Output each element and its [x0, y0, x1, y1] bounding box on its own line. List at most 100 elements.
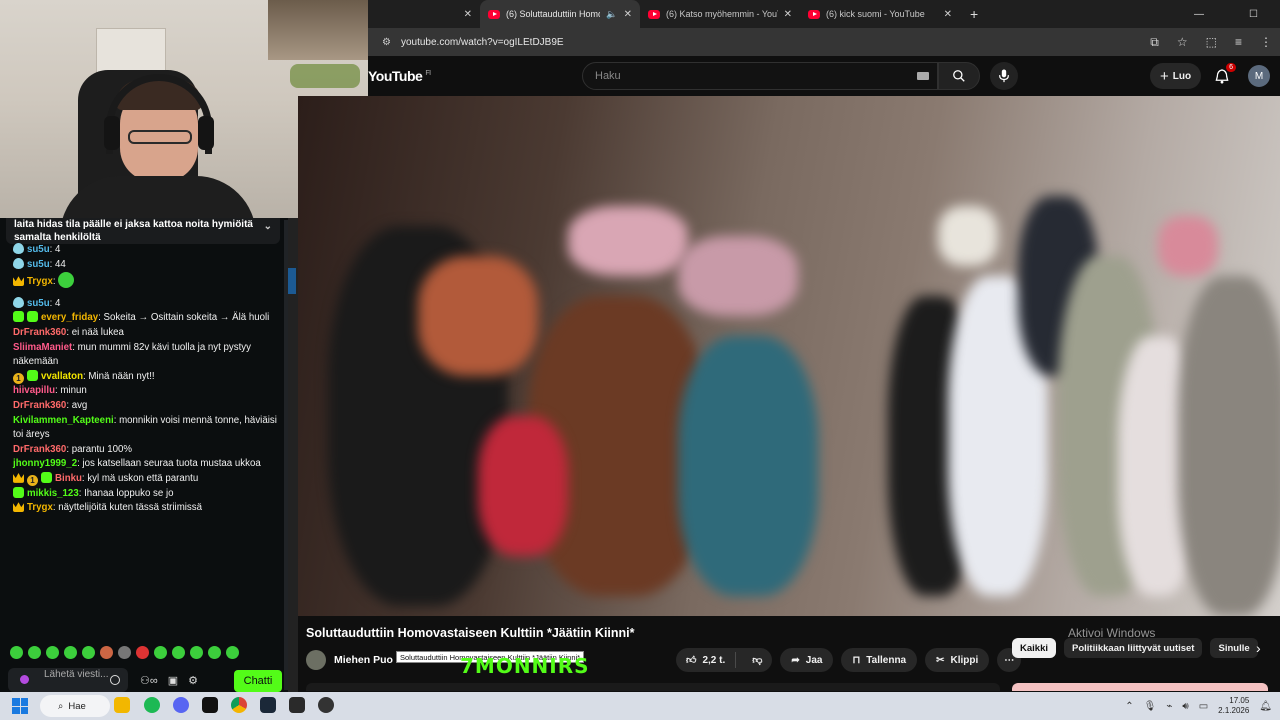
browser-tab-active[interactable]: (6) Soluttauduttiin Homova 🔈 ✕: [480, 0, 640, 28]
chat-username[interactable]: su5u: [27, 298, 50, 309]
menu-icon[interactable]: ⋮: [1260, 35, 1272, 49]
chat-username[interactable]: su5u: [27, 259, 50, 270]
emote-icon[interactable]: [82, 646, 95, 659]
file-explorer-icon[interactable]: [114, 697, 130, 713]
send-chat-button[interactable]: Chatti: [234, 670, 282, 692]
emote-icon[interactable]: [226, 646, 239, 659]
kick-watermark: 7MONNIRS: [460, 654, 590, 678]
emote-icon[interactable]: [154, 646, 167, 659]
chat-username[interactable]: jhonny1999_2: [13, 458, 77, 469]
chat-message: su5u: 44: [13, 257, 281, 273]
notifications-button[interactable]: 6: [1212, 63, 1236, 86]
chevron-down-icon[interactable]: ⌄: [264, 220, 272, 233]
settings-gear-icon[interactable]: ⚙: [188, 674, 198, 687]
emote-icon[interactable]: [118, 646, 131, 659]
chat-message: Trygx:: [13, 272, 281, 290]
taskbar-search[interactable]: ⌕ Hae: [40, 695, 110, 717]
clip-button[interactable]: ✂ Klippi: [925, 648, 990, 672]
chip-for-you[interactable]: Sinulle: [1210, 638, 1258, 658]
chrome-icon[interactable]: [231, 697, 247, 713]
chat-username[interactable]: Trygx: [27, 276, 53, 287]
dislike-button[interactable]: 👎︎: [742, 654, 772, 666]
microphone-icon[interactable]: 🎙︎: [1144, 701, 1157, 712]
create-button[interactable]: + Luo: [1150, 63, 1202, 89]
recommended-video-thumbnail[interactable]: [1012, 683, 1268, 691]
volume-icon[interactable]: 🔊︎: [1182, 701, 1188, 712]
minimize-icon[interactable]: —: [1194, 0, 1204, 28]
youtube-logo[interactable]: YouTube FI: [368, 68, 431, 84]
chat-username[interactable]: Trygx: [27, 502, 53, 513]
obs-icon[interactable]: [318, 697, 334, 713]
reactions-icon[interactable]: ⚇∞: [140, 674, 158, 687]
speaker-icon[interactable]: 🔈: [606, 9, 617, 20]
emote-icon[interactable]: [28, 646, 41, 659]
site-info-icon[interactable]: ⚙: [382, 37, 391, 48]
new-tab-button[interactable]: +: [960, 6, 988, 22]
chevron-up-icon[interactable]: ⌃: [1125, 701, 1133, 712]
emote-icon[interactable]: [46, 646, 59, 659]
close-icon[interactable]: ✕: [464, 9, 472, 20]
channel-name[interactable]: Miehen Puo: [334, 654, 393, 666]
save-button[interactable]: ⊓ Tallenna: [841, 648, 918, 672]
close-icon[interactable]: ✕: [944, 9, 952, 20]
steam-icon[interactable]: [260, 697, 276, 713]
chat-username[interactable]: SliimaManiet: [13, 342, 72, 353]
chip-politics-news[interactable]: Politiikkaan liittyvät uutiset: [1064, 638, 1203, 658]
description-box[interactable]: [306, 683, 1000, 691]
chat-username[interactable]: su5u: [27, 244, 50, 255]
pinned-message[interactable]: laita hidas tila päälle ei jaksa kattoa …: [6, 218, 280, 244]
channel-avatar[interactable]: [306, 650, 326, 670]
chat-message-text: jos katsellaan seuraa tuota mustaa ukkoa: [82, 458, 261, 470]
browser-tab[interactable]: (6) Katso myöhemmin - YouTub ✕: [640, 0, 800, 28]
x-app-icon[interactable]: [202, 697, 218, 713]
clock[interactable]: 17.05 2.1.2026: [1218, 696, 1249, 716]
notifications-icon[interactable]: 🔔︎: [1259, 701, 1272, 712]
close-icon[interactable]: ✕: [624, 9, 632, 20]
search-button[interactable]: [938, 62, 980, 90]
chat-username[interactable]: Kivilammen_Kapteeni: [13, 415, 114, 426]
video-player[interactable]: [298, 96, 1280, 616]
like-button[interactable]: 👍︎ 2,2 t.: [676, 652, 737, 668]
gift-icon[interactable]: ▣: [168, 674, 178, 687]
browser-tab[interactable]: ✕: [368, 0, 480, 28]
chat-username[interactable]: hiivapillu: [13, 385, 55, 396]
keyboard-icon[interactable]: [917, 72, 929, 80]
install-app-icon[interactable]: ⧉: [1150, 35, 1159, 50]
chevron-right-icon[interactable]: ›: [1256, 640, 1261, 656]
emote-icon[interactable]: [172, 646, 185, 659]
share-button[interactable]: ➦ Jaa: [780, 648, 834, 672]
battery-icon[interactable]: ▭: [1199, 701, 1208, 712]
discord-icon[interactable]: [173, 697, 189, 713]
chat-username[interactable]: Binku: [55, 473, 82, 484]
search-input[interactable]: [583, 63, 883, 89]
spotify-icon[interactable]: [144, 697, 160, 713]
bookmark-star-icon[interactable]: ☆: [1177, 35, 1188, 49]
emote-icon[interactable]: [190, 646, 203, 659]
chat-username[interactable]: every_friday: [41, 312, 98, 323]
emote-icon[interactable]: [100, 646, 113, 659]
maximize-icon[interactable]: ☐: [1249, 0, 1258, 28]
network-icon[interactable]: ⌁: [1166, 701, 1172, 712]
chat-username[interactable]: mikkis_123: [27, 488, 79, 499]
app-icon[interactable]: [289, 697, 305, 713]
chat-username[interactable]: DrFrank360: [13, 400, 66, 411]
emote-icon[interactable]: [10, 646, 23, 659]
voice-search-button[interactable]: [990, 62, 1018, 90]
account-avatar[interactable]: M: [1248, 65, 1270, 87]
extensions-icon[interactable]: ⬚: [1206, 35, 1217, 49]
chip-all[interactable]: Kaikki: [1012, 638, 1056, 658]
browser-tab[interactable]: (6) kick suomi - YouTube ✕: [800, 0, 960, 28]
chat-username[interactable]: DrFrank360: [13, 327, 66, 338]
close-icon[interactable]: ✕: [784, 9, 792, 20]
emoji-icon[interactable]: [110, 675, 120, 685]
windows-start-icon[interactable]: [12, 698, 28, 714]
chat-username[interactable]: vvallaton: [41, 371, 83, 382]
chat-input[interactable]: Lähetä viesti...: [8, 668, 128, 692]
url-field[interactable]: youtube.com/watch?v=ogILEtDJB9E: [401, 37, 564, 48]
bookmark-icon: ⊓: [852, 654, 861, 666]
media-controls-icon[interactable]: ≡: [1235, 35, 1242, 49]
chat-username[interactable]: DrFrank360: [13, 444, 66, 455]
emote-icon[interactable]: [136, 646, 149, 659]
emote-icon[interactable]: [64, 646, 77, 659]
emote-icon[interactable]: [208, 646, 221, 659]
